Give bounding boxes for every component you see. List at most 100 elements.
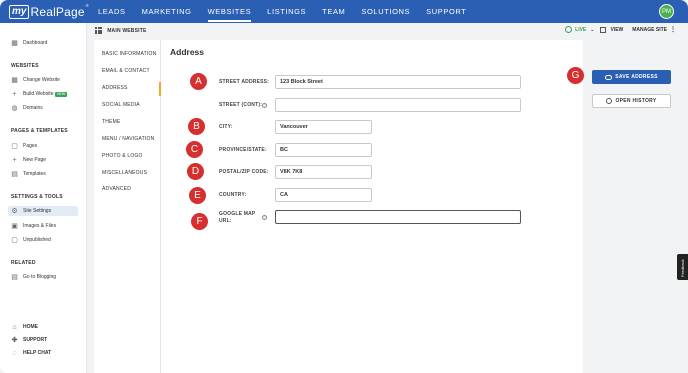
globe-icon: ◍ (11, 105, 18, 112)
logo-text: RealPage (30, 4, 85, 19)
dashboard-icon: ▦ (11, 40, 18, 47)
settings-tab-basic-information[interactable]: BASIC INFORMATION (102, 51, 156, 57)
sidebar-item-images-files[interactable]: ▣ Images & Files (11, 221, 56, 231)
actions-column (583, 40, 688, 373)
site-selector[interactable]: MAIN WEBSITE (95, 27, 147, 35)
sidebar-item-label: SUPPORT (23, 337, 48, 343)
sidebar-item-label: Unpublished (23, 237, 51, 243)
sidebar-item-label: Site Settings (23, 208, 52, 214)
country-field[interactable]: CA (275, 188, 372, 202)
sidebar-heading-settings: SETTINGS & TOOLS (11, 194, 63, 200)
settings-tab-email-contact[interactable]: EMAIL & CONTACT (102, 68, 150, 74)
street-address-label: STREET ADDRESS: (219, 79, 270, 85)
sidebar-item-label: Pages (23, 143, 38, 149)
history-icon (606, 98, 613, 104)
feedback-tab[interactable]: Feedback (677, 254, 688, 280)
help-icon[interactable]: ? (262, 215, 267, 220)
sidebar-item-dashboard[interactable]: ▦ Dashboard (11, 38, 47, 48)
home-icon: ⌂ (12, 323, 17, 331)
page-icon: ▢ (11, 143, 18, 150)
marker-d: D (187, 163, 204, 180)
sidebar-item-unpublished[interactable]: ▢ Unpublished (11, 235, 51, 245)
sidebar-item-pages[interactable]: ▢ Pages (11, 141, 37, 151)
view-site-button[interactable]: VIEW (600, 26, 623, 33)
save-address-button[interactable]: SAVE ADDRESS (592, 70, 671, 84)
live-label: LIVE (575, 26, 587, 33)
logo-trademark: ® (85, 3, 89, 8)
postal-code-field[interactable]: V8K 7K8 (275, 165, 372, 179)
settings-tab-theme[interactable]: THEME (102, 119, 121, 125)
sidebar-item-build-website[interactable]: + Build Website NEW (11, 89, 67, 99)
site-actions: LIVE ⌄ VIEW MANAGE SITE ⋮ (565, 26, 676, 33)
blog-icon: ▤ (11, 274, 18, 281)
sidebar-item-templates[interactable]: ▤ Templates (11, 169, 46, 179)
manage-site-label: MANAGE SITE (632, 26, 667, 33)
nav-websites[interactable]: WEBSITES (207, 0, 252, 23)
save-address-label: SAVE ADDRESS (615, 74, 658, 80)
page-title: Address (170, 47, 205, 57)
image-icon: ▣ (11, 223, 18, 230)
sidebar-item-domains[interactable]: ◍ Domains (11, 103, 43, 113)
main-nav: LEADS MARKETING WEBSITES LISTINGS TEAM S… (98, 0, 482, 23)
nav-team[interactable]: TEAM (322, 0, 345, 23)
live-status-dropdown[interactable]: LIVE ⌄ (565, 26, 594, 33)
settings-menu: BASIC INFORMATION EMAIL & CONTACT ADDRES… (94, 40, 161, 373)
street-address-field[interactable]: 123 Block Street (275, 75, 521, 89)
sidebar-item-change-website[interactable]: ▦ Change Website (11, 75, 60, 85)
city-field[interactable]: Vancouver (275, 120, 372, 134)
settings-tab-advanced[interactable]: ADVANCED (102, 186, 131, 192)
google-map-label-line2: URL: (219, 218, 232, 224)
settings-tab-menu-navigation[interactable]: MENU / NAVIGATION (102, 136, 154, 142)
avatar[interactable]: PM (659, 4, 674, 19)
gear-icon: ⚙ (11, 208, 18, 215)
settings-tab-social-media[interactable]: SOCIAL MEDIA (102, 102, 140, 108)
sidebar-item-help-chat[interactable]: ◌ HELP CHAT (11, 348, 51, 358)
province-label: PROVINCE/STATE: (219, 147, 267, 153)
sidebar-item-support[interactable]: ✚ SUPPORT (11, 335, 48, 345)
support-icon: ✚ (11, 337, 18, 344)
open-history-button[interactable]: OPEN HISTORY (592, 94, 671, 108)
plus-icon: + (12, 156, 17, 164)
street-cont-field[interactable] (275, 98, 521, 112)
province-field[interactable]: BC (275, 143, 372, 157)
left-sidebar: ▦ Dashboard WEBSITES ▦ Change Website + … (0, 23, 87, 373)
sidebar-item-site-settings[interactable]: ⚙ Site Settings (8, 206, 78, 216)
site-name: MAIN WEBSITE (107, 27, 147, 34)
feedback-label: Feedback (680, 259, 685, 277)
settings-tab-photo-logo[interactable]: PHOTO & LOGO (102, 153, 143, 159)
sidebar-item-label: Go to Blogging (23, 274, 57, 280)
logo-my: my (9, 4, 30, 19)
sidebar-item-label: HOME (23, 324, 38, 330)
app-window: my RealPage ® LEADS MARKETING WEBSITES L… (0, 0, 688, 373)
sidebar-heading-pages: PAGES & TEMPLATES (11, 128, 68, 134)
street-cont-label: STREET (CONT): (219, 102, 263, 108)
sidebar-item-go-to-blogging[interactable]: ▤ Go to Blogging (11, 272, 56, 282)
myrealpage-logo[interactable]: my RealPage ® (9, 3, 89, 20)
sidebar-item-label: Domains (23, 105, 43, 111)
google-map-label-line1: GOOGLE MAP (219, 211, 256, 217)
sidebar-item-label: Templates (23, 171, 46, 177)
site-subheader: MAIN WEBSITE LIVE ⌄ VIEW MANAGE SITE ⋮ (87, 23, 688, 39)
nav-support[interactable]: SUPPORT (426, 0, 466, 23)
marker-f: F (191, 213, 208, 230)
cloud-upload-icon (605, 74, 613, 80)
nav-listings[interactable]: LISTINGS (267, 0, 306, 23)
help-icon[interactable]: ? (262, 103, 267, 108)
chat-icon: ◌ (12, 349, 17, 357)
nav-leads[interactable]: LEADS (98, 0, 126, 23)
manage-site-menu[interactable]: MANAGE SITE ⋮ (632, 26, 676, 34)
grid-icon (95, 27, 103, 35)
sidebar-item-label: Build Website (23, 91, 54, 97)
unpublished-icon: ▢ (11, 237, 18, 244)
sidebar-item-home[interactable]: ⌂ HOME (11, 322, 38, 332)
google-map-url-field[interactable] (275, 210, 521, 224)
city-label: CITY: (219, 124, 233, 130)
template-icon: ▤ (11, 171, 18, 178)
sidebar-item-label: Dashboard (23, 40, 48, 46)
country-label: COUNTRY: (219, 192, 247, 198)
settings-tab-address[interactable]: ADDRESS (102, 85, 128, 91)
nav-marketing[interactable]: MARKETING (142, 0, 192, 23)
nav-solutions[interactable]: SOLUTIONS (361, 0, 410, 23)
settings-tab-miscellaneous[interactable]: MISCELLANEOUS (102, 170, 147, 176)
sidebar-item-new-page[interactable]: + New Page (11, 155, 46, 165)
